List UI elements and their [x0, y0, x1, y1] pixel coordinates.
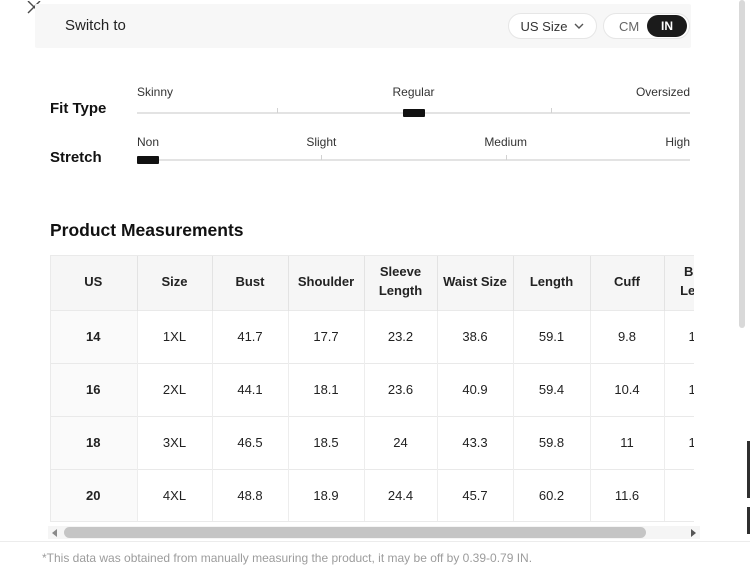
table-cell: 38.6 — [437, 310, 513, 363]
table-cell — [664, 469, 694, 522]
size-system-value: US Size — [521, 19, 568, 34]
table-cell: 24 — [364, 416, 437, 469]
header-cell: Length — [513, 255, 590, 310]
fit-option: Oversized — [636, 85, 690, 99]
table-cell: 59.4 — [513, 363, 590, 416]
table-cell: 60.2 — [513, 469, 590, 522]
scroll-right-arrow-icon[interactable] — [691, 529, 696, 537]
stretch-option: Medium — [484, 135, 527, 149]
stretch-option: Non — [137, 135, 159, 149]
table-cell: 43.3 — [437, 416, 513, 469]
fit-label: Fit Type — [50, 100, 106, 117]
header-cell: Cuff — [590, 255, 664, 310]
stretch-tick — [506, 155, 507, 160]
table-cell: 16 — [50, 363, 137, 416]
fit-tick — [551, 108, 552, 113]
table-cell: 59.8 — [513, 416, 590, 469]
stretch-selected-indicator — [137, 156, 159, 164]
header-cell: Size — [137, 255, 212, 310]
table-cell: 45.7 — [437, 469, 513, 522]
table-cell: 2XL — [137, 363, 212, 416]
table-cell: 3XL — [137, 416, 212, 469]
switch-to-bar: Switch to US Size CM IN — [35, 4, 691, 48]
table-cell: 24.4 — [364, 469, 437, 522]
fit-option: Regular — [392, 85, 434, 99]
stretch-label: Stretch — [50, 149, 102, 166]
measurement-disclaimer: *This data was obtained from manually me… — [42, 551, 532, 565]
table-header-row: USSizeBustShoulderSleeve LengthWaist Siz… — [50, 255, 694, 310]
table-cell: 18.9 — [288, 469, 364, 522]
table-row: 162XL44.118.123.640.959.410.41 — [50, 363, 694, 416]
table-cell: 11.6 — [590, 469, 664, 522]
measurements-table: USSizeBustShoulderSleeve LengthWaist Siz… — [50, 255, 694, 522]
table-cell: 40.9 — [437, 363, 513, 416]
stretch-option: High — [665, 135, 690, 149]
table-cell: 44.1 — [212, 363, 288, 416]
stretch-track — [137, 159, 690, 161]
bottom-divider — [0, 541, 750, 542]
unit-in-option[interactable]: IN — [647, 15, 687, 37]
table-cell: 11 — [590, 416, 664, 469]
table-row: 183XL46.518.52443.359.8111 — [50, 416, 694, 469]
header-cell: Shoulder — [288, 255, 364, 310]
stretch-tick — [321, 155, 322, 160]
header-cell: Bicep Length — [664, 255, 694, 310]
vertical-scrollbar-thumb[interactable] — [739, 0, 745, 328]
fit-option: Skinny — [137, 85, 173, 99]
product-measurements-title: Product Measurements — [50, 220, 244, 241]
table-cell: 14 — [50, 310, 137, 363]
table-cell: 10.4 — [590, 363, 664, 416]
header-cell: Waist Size — [437, 255, 513, 310]
table-cell: 4XL — [137, 469, 212, 522]
table-row: 141XL41.717.723.238.659.19.81 — [50, 310, 694, 363]
size-guide-panel: Switch to US Size CM IN Fit Type Skinny Re… — [0, 0, 750, 576]
chevron-down-icon — [574, 23, 584, 29]
table-cell: 1 — [664, 310, 694, 363]
horizontal-scrollbar[interactable] — [48, 526, 700, 539]
table-cell: 1 — [664, 363, 694, 416]
fit-selected-indicator — [403, 109, 425, 117]
table-cell: 9.8 — [590, 310, 664, 363]
table-cell: 23.6 — [364, 363, 437, 416]
header-cell: Bust — [212, 255, 288, 310]
size-system-dropdown[interactable]: US Size — [508, 13, 597, 39]
table-cell: 18.1 — [288, 363, 364, 416]
switch-to-label: Switch to — [65, 4, 126, 48]
table-cell: 20 — [50, 469, 137, 522]
unit-cm-option[interactable]: CM — [604, 19, 639, 34]
horizontal-scrollbar-thumb[interactable] — [64, 527, 646, 538]
table-cell: 41.7 — [212, 310, 288, 363]
table-cell: 1XL — [137, 310, 212, 363]
table-cell: 48.8 — [212, 469, 288, 522]
table-cell: 18.5 — [288, 416, 364, 469]
header-cell: Sleeve Length — [364, 255, 437, 310]
table-cell: 1 — [664, 416, 694, 469]
table-cell: 18 — [50, 416, 137, 469]
table-cell: 46.5 — [212, 416, 288, 469]
stretch-option: Slight — [306, 135, 336, 149]
scroll-left-arrow-icon[interactable] — [52, 529, 57, 537]
table-cell: 23.2 — [364, 310, 437, 363]
table-cell: 17.7 — [288, 310, 364, 363]
header-cell: US — [50, 255, 137, 310]
fit-tick — [277, 108, 278, 113]
unit-toggle: CM IN — [603, 13, 690, 39]
table-cell: 59.1 — [513, 310, 590, 363]
measurements-table-viewport: USSizeBustShoulderSleeve LengthWaist Siz… — [50, 255, 694, 523]
table-row: 204XL48.818.924.445.760.211.6 — [50, 469, 694, 522]
